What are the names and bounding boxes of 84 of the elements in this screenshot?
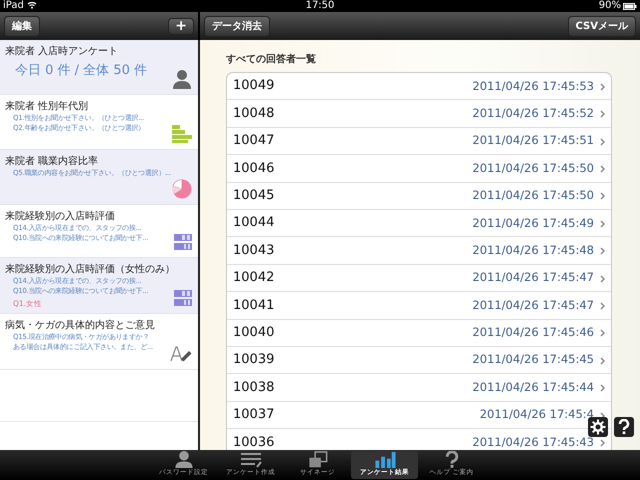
response-time: 2011/04/26 17:45:43 xyxy=(472,434,594,450)
response-time: 2011/04/26 17:45:4 xyxy=(480,406,594,424)
response-time: 2011/04/26 17:45:46 xyxy=(472,324,594,342)
add-button[interactable]: + xyxy=(168,18,194,34)
bar-chart-icon xyxy=(374,451,396,468)
respondent-id: 10048 xyxy=(233,104,276,123)
section-heading: すべての回答者一覧 xyxy=(226,52,317,67)
csv-mail-button[interactable]: CSVメール xyxy=(568,16,636,36)
response-time: 2011/04/26 17:45:51 xyxy=(472,132,594,150)
respondent-row[interactable]: 10042 2011/04/26 17:45:47 xyxy=(227,264,611,292)
chevron-icon xyxy=(600,192,605,200)
chevron-icon xyxy=(600,356,605,365)
wifi-icon xyxy=(27,1,38,10)
form-icon xyxy=(240,452,262,468)
response-time: 2011/04/26 17:45:47 xyxy=(472,269,594,286)
respondent-row[interactable]: 10038 2011/04/26 17:45:44 xyxy=(227,374,611,402)
matrix-chart-icon xyxy=(174,290,192,306)
response-time: 2011/04/26 17:45:45 xyxy=(472,351,594,368)
clock: 17:50 xyxy=(306,0,334,11)
survey-title: 来院者 入店時アンケート xyxy=(5,44,120,59)
response-time: 2011/04/26 17:45:50 xyxy=(472,160,594,177)
respondent-id: 10046 xyxy=(233,160,276,178)
respondent-row[interactable]: 10046 2011/04/26 17:45:50 xyxy=(227,155,611,183)
chevron-icon xyxy=(600,82,605,91)
help-icon xyxy=(444,451,458,468)
chevron-icon xyxy=(600,164,605,173)
response-time: 2011/04/26 17:45:50 xyxy=(472,187,594,204)
survey-title: 来院者 性別年代別 xyxy=(5,100,90,114)
battery-icon xyxy=(623,2,637,10)
respondent-id: 10044 xyxy=(233,214,276,232)
settings-icon[interactable] xyxy=(588,417,608,437)
respondent-row[interactable]: 10040 2011/04/26 17:45:46 xyxy=(227,320,611,347)
survey-title: 来院経験別の入店時評価（女性のみ） xyxy=(5,262,176,277)
edit-button[interactable]: 編集 xyxy=(4,16,40,36)
chevron-icon xyxy=(600,138,605,146)
response-time: 2011/04/26 17:45:53 xyxy=(472,78,594,95)
matrix-chart-icon xyxy=(174,234,192,250)
battery-level: 90% xyxy=(598,0,621,12)
respondent-row[interactable]: 10045 2011/04/26 17:45:50 xyxy=(227,182,611,210)
respondent-id: 10045 xyxy=(233,187,276,205)
bar-chart-icon xyxy=(172,124,192,143)
respondent-row[interactable]: 10048 2011/04/26 17:45:52 xyxy=(227,100,611,128)
respondent-id: 10039 xyxy=(233,351,276,370)
respondent-id: 10040 xyxy=(233,324,276,342)
respondent-id: 10049 xyxy=(233,77,276,96)
respondent-row[interactable]: 10043 2011/04/26 17:45:48 xyxy=(227,237,611,265)
survey-list-item[interactable]: 来院者 入店時アンケート 今日 0 件 / 全体 50 件 xyxy=(0,40,198,95)
respondent-row[interactable]: 10039 2011/04/26 17:45:45 xyxy=(227,346,611,374)
chevron-icon xyxy=(600,438,605,447)
respondent-id: 10036 xyxy=(233,434,276,450)
device-name: iPad xyxy=(3,0,24,11)
chevron-icon xyxy=(600,274,605,283)
response-time: 2011/04/26 17:45:52 xyxy=(472,104,594,122)
respondent-id: 10041 xyxy=(233,296,276,315)
help-icon[interactable] xyxy=(614,417,634,437)
respondent-row[interactable]: 10041 2011/04/26 17:45:47 xyxy=(227,292,611,320)
respondent-id: 10047 xyxy=(233,132,276,150)
person-icon xyxy=(172,68,192,89)
chevron-icon xyxy=(600,110,605,118)
respondent-row[interactable]: 10049 2011/04/26 17:45:53 xyxy=(227,73,611,100)
survey-title: 病気・ケガの具体的内容とご意見 xyxy=(5,318,156,333)
screens-icon xyxy=(308,451,328,468)
respondent-id: 10042 xyxy=(233,269,276,288)
survey-title: 来院経験別の入店時評価 xyxy=(5,210,116,224)
chevron-icon xyxy=(600,302,605,310)
response-time: 2011/04/26 17:45:44 xyxy=(472,378,594,396)
response-time: 2011/04/26 17:45:49 xyxy=(472,214,594,232)
survey-title: 来院者 職業内容比率 xyxy=(5,154,100,169)
chevron-icon xyxy=(600,247,605,256)
respondent-id: 10043 xyxy=(233,242,276,260)
pie-chart-icon xyxy=(172,178,192,199)
person-icon xyxy=(174,451,194,468)
respondent-id: 10038 xyxy=(233,378,276,397)
respondent-row[interactable]: 10047 2011/04/26 17:45:51 xyxy=(227,128,611,156)
response-time: 2011/04/26 17:45:47 xyxy=(472,296,594,314)
respondent-id: 10037 xyxy=(233,406,276,424)
chevron-icon xyxy=(600,384,605,392)
text-edit-icon xyxy=(170,346,192,362)
chevron-icon xyxy=(600,329,605,338)
clear-data-button[interactable]: データ消去 xyxy=(204,16,270,36)
chevron-icon xyxy=(600,220,605,228)
response-count: 今日 0 件 / 全体 50 件 xyxy=(15,62,147,80)
respondent-row[interactable]: 10044 2011/04/26 17:45:49 xyxy=(227,210,611,238)
response-time: 2011/04/26 17:45:48 xyxy=(472,242,594,259)
